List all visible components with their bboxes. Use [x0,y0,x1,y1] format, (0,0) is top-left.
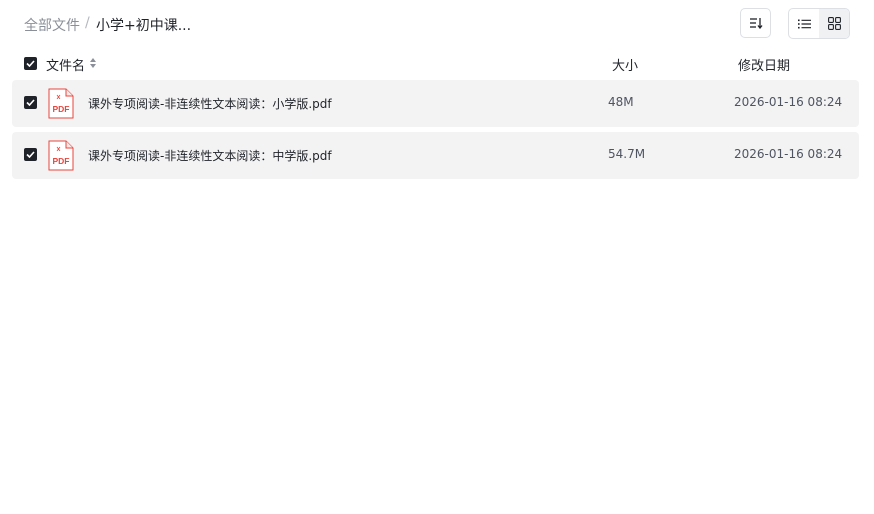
svg-text:PDF: PDF [53,156,70,166]
grid-view-button[interactable] [819,9,849,38]
file-modified-date: 2026-01-16 08:24 [734,95,843,109]
sort-icon [749,18,763,29]
pdf-file-icon: PDF [48,88,74,119]
file-size: 48M [608,95,634,109]
breadcrumb-root[interactable]: 全部文件 [24,15,80,35]
column-header-name[interactable]: 文件名 [46,55,85,74]
check-icon [26,99,35,106]
file-modified-date: 2026-01-16 08:24 [734,147,843,161]
column-header-date[interactable]: 修改日期 [738,55,790,74]
list-view-button[interactable] [789,9,819,38]
row-checkbox[interactable] [24,148,37,161]
check-icon [26,60,35,67]
column-header-size[interactable]: 大小 [612,55,638,74]
pdf-file-icon: PDF [48,140,74,171]
row-checkbox[interactable] [24,96,37,109]
view-toggle [788,8,850,39]
file-name[interactable]: 课外专项阅读-非连续性文本阅读：小学版.pdf [88,95,332,112]
select-all-checkbox[interactable] [24,57,37,70]
sort-caret-icon[interactable] [89,57,97,69]
table-header: 文件名 大小 修改日期 [0,52,874,76]
top-bar: 全部文件 / 小学+初中课... [0,0,874,48]
sort-button[interactable] [740,8,771,38]
file-row[interactable]: PDF 课外专项阅读-非连续性文本阅读：中学版.pdf 54.7M 2026-0… [12,132,859,179]
breadcrumb-current: 小学+初中课... [96,18,192,34]
file-name[interactable]: 课外专项阅读-非连续性文本阅读：中学版.pdf [88,147,332,164]
file-row[interactable]: PDF 课外专项阅读-非连续性文本阅读：小学版.pdf 48M 2026-01-… [12,80,859,127]
file-size: 54.7M [608,147,646,161]
grid-view-icon [827,17,841,30]
breadcrumb-separator: / [85,15,90,31]
list-view-icon [797,19,811,28]
svg-text:PDF: PDF [53,104,70,114]
check-icon [26,151,35,158]
